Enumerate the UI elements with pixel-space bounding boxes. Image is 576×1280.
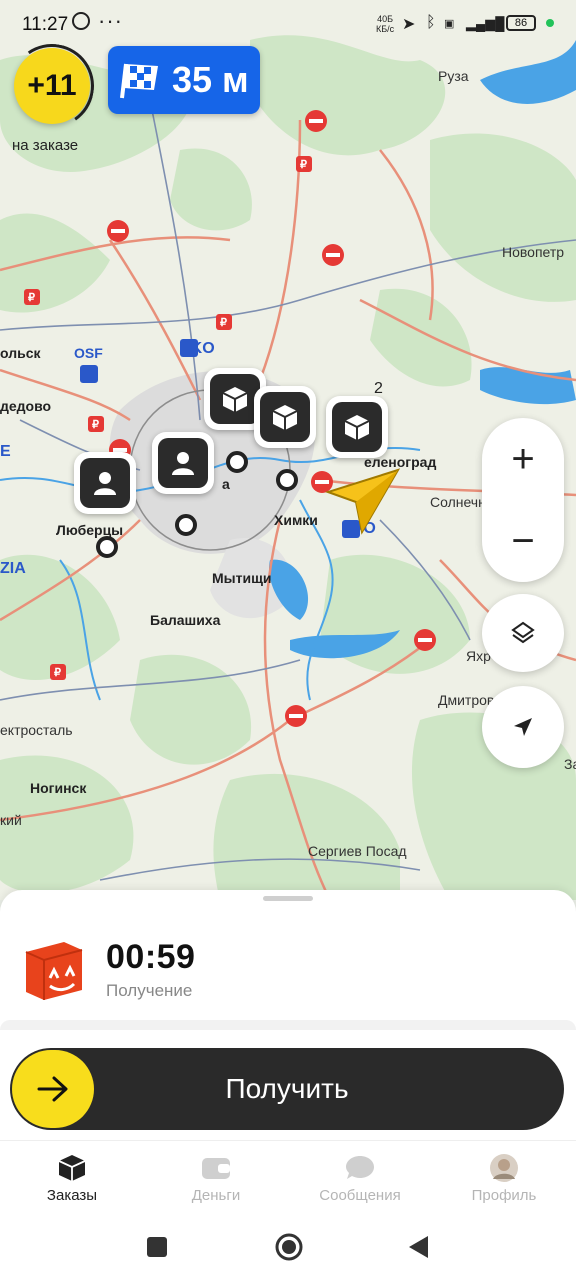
status-time: 11:27 xyxy=(22,14,69,35)
navigation-arrow-icon xyxy=(514,718,532,736)
client-pin[interactable] xyxy=(152,432,214,494)
svg-text:₽: ₽ xyxy=(92,419,99,431)
divider xyxy=(0,1020,576,1030)
svg-text:₽: ₽ xyxy=(220,317,227,329)
svg-text:₽: ₽ xyxy=(54,667,61,679)
tab-money[interactable]: Деньги xyxy=(144,1141,288,1219)
sheet-handle[interactable] xyxy=(263,896,313,901)
parcel-icon xyxy=(344,415,370,440)
eta-value: 35 м xyxy=(172,59,249,100)
tab-bar: Заказы Деньги Сообщения Профиль xyxy=(0,1140,576,1219)
route-point[interactable] xyxy=(96,536,118,558)
bonus-label: на заказе xyxy=(12,137,79,154)
signal-icon: ▂▄▆█ xyxy=(466,16,505,31)
chat-icon xyxy=(346,1156,374,1179)
tab-profile[interactable]: Профиль xyxy=(432,1141,576,1219)
route-point[interactable] xyxy=(175,514,197,536)
network-speed: 40Б КБ/с xyxy=(376,14,395,34)
arrow-right-icon xyxy=(37,1076,68,1102)
person-icon xyxy=(172,452,194,475)
parcel-icon xyxy=(222,387,248,412)
bonus-badge[interactable]: +11 xyxy=(14,48,90,124)
svg-text:₽: ₽ xyxy=(28,292,35,304)
indicator-dot xyxy=(546,19,554,27)
parcel-icon xyxy=(272,405,298,430)
tab-label: Профиль xyxy=(471,1187,537,1204)
order-timer: 00:59 xyxy=(106,938,196,976)
receive-slider-button[interactable]: Получить xyxy=(10,1048,564,1130)
whatsapp-icon xyxy=(72,12,90,30)
order-status: Получение xyxy=(106,981,193,1000)
avatar-icon xyxy=(490,1154,518,1182)
route-point[interactable] xyxy=(226,451,248,473)
tab-messages[interactable]: Сообщения xyxy=(288,1141,432,1219)
parcel-pin[interactable] xyxy=(254,386,316,448)
package-icon xyxy=(16,934,94,1004)
orders-icon xyxy=(58,1155,86,1181)
person-icon xyxy=(94,472,116,495)
layers-icon xyxy=(511,621,535,644)
battery-icon: 86 xyxy=(506,15,536,31)
zoom-control: + − xyxy=(482,418,564,582)
tab-label: Заказы xyxy=(46,1187,98,1204)
finish-flag-icon xyxy=(120,63,158,99)
location-icon: ➤ xyxy=(402,16,416,33)
parcel-pin[interactable] xyxy=(326,396,388,458)
back-button-icon[interactable] xyxy=(406,1234,430,1260)
recents-button-icon[interactable] xyxy=(146,1236,168,1258)
svg-text:₽: ₽ xyxy=(300,159,307,171)
bluetooth-icon: ᛒ xyxy=(426,14,436,31)
status-bar: 11:27 ··· 40Б КБ/с ➤ ᛒ ▣ ▂▄▆█ 86 xyxy=(0,0,576,48)
client-pin[interactable] xyxy=(74,452,136,514)
eta-badge[interactable]: 35 м xyxy=(108,46,260,114)
slider-knob[interactable] xyxy=(12,1050,94,1128)
tab-label: Сообщения xyxy=(319,1187,401,1204)
volte-icon: ▣ xyxy=(444,18,455,30)
tab-label: Деньги xyxy=(191,1187,241,1204)
tab-orders[interactable]: Заказы xyxy=(0,1141,144,1219)
layers-button[interactable] xyxy=(482,594,564,672)
route-point[interactable] xyxy=(276,469,298,491)
system-navigation-bar xyxy=(0,1218,576,1280)
my-location-button[interactable] xyxy=(482,686,564,768)
zoom-in-button[interactable]: + xyxy=(482,418,564,500)
zoom-out-button[interactable]: − xyxy=(482,500,564,582)
current-location-arrow-icon xyxy=(324,468,401,535)
home-button-icon[interactable] xyxy=(274,1232,304,1262)
more-notifications-icon: ··· xyxy=(98,8,123,33)
wallet-icon xyxy=(202,1158,230,1179)
